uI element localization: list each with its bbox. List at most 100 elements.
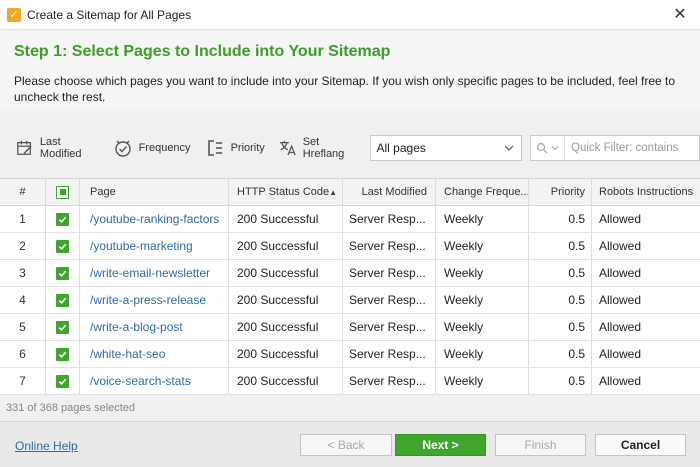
row-checkbox[interactable] xyxy=(56,266,69,280)
header-last-modified[interactable]: Last Modified xyxy=(343,179,436,205)
online-help-link[interactable]: Online Help xyxy=(15,439,78,453)
table-row[interactable]: 5/write-a-blog-post 200 Successful Server … xyxy=(0,314,700,341)
last-modified-button[interactable]: Last Modified xyxy=(16,134,99,162)
frequency-label: Frequency xyxy=(138,142,191,154)
status-cell: 200 Successful xyxy=(229,287,343,313)
table-header: # Page HTTP Status Code ▲ Last Modified … xyxy=(0,179,700,206)
row-number: 3 xyxy=(0,260,46,286)
frequency-cell: Weekly xyxy=(436,206,529,232)
page-link[interactable]: /write-a-press-release xyxy=(80,287,229,313)
last-modified-cell: Server Resp... xyxy=(343,233,436,259)
select-all-checkbox[interactable] xyxy=(56,185,69,199)
finish-button[interactable]: Finish xyxy=(495,434,586,456)
header-status[interactable]: HTTP Status Code ▲ xyxy=(229,179,343,205)
row-checkbox-cell xyxy=(46,206,80,232)
checkmark-icon xyxy=(58,351,67,358)
row-checkbox[interactable] xyxy=(56,293,69,307)
header-checkbox-cell xyxy=(46,179,80,205)
frequency-cell: Weekly xyxy=(436,260,529,286)
status-cell: 200 Successful xyxy=(229,233,343,259)
priority-button[interactable]: Priority xyxy=(205,134,265,162)
page-link[interactable]: /youtube-ranking-factors xyxy=(80,206,229,232)
priority-cell: 0.5 xyxy=(529,368,592,394)
frequency-cell: Weekly xyxy=(436,287,529,313)
pages-filter-value: All pages xyxy=(376,141,426,155)
header-robots[interactable]: Robots Instructions xyxy=(592,179,700,205)
priority-cell: 0.5 xyxy=(529,206,592,232)
status-cell: 200 Successful xyxy=(229,260,343,286)
priority-cell: 0.5 xyxy=(529,233,592,259)
robots-cell: Allowed xyxy=(599,347,642,361)
last-modified-cell: Server Resp... xyxy=(343,206,436,232)
robots-cell: Allowed xyxy=(599,293,642,307)
header-page[interactable]: Page xyxy=(80,179,229,205)
row-checkbox[interactable] xyxy=(56,239,69,253)
chevron-down-icon xyxy=(504,145,514,151)
row-checkbox-cell xyxy=(46,314,80,340)
title-bar: ✓ Create a Sitemap for All Pages ✕ xyxy=(0,0,700,30)
frequency-button[interactable]: Frequency xyxy=(113,134,191,162)
clock-check-icon xyxy=(114,140,131,157)
priority-cell: 0.5 xyxy=(529,260,592,286)
row-checkbox-cell xyxy=(46,287,80,313)
row-checkbox[interactable] xyxy=(56,212,69,226)
set-hreflang-button[interactable]: Set Hreflang xyxy=(279,134,358,162)
priority-cell: 0.5 xyxy=(529,314,592,340)
page-link[interactable]: /white-hat-seo xyxy=(80,341,229,367)
search-icon xyxy=(536,142,548,154)
header-frequency[interactable]: Change Freque... xyxy=(436,179,529,205)
row-checkbox[interactable] xyxy=(56,320,69,334)
checkmark-icon xyxy=(58,297,67,304)
row-checkbox[interactable] xyxy=(56,374,69,388)
cancel-button[interactable]: Cancel xyxy=(595,434,686,456)
last-modified-cell: Server Resp... xyxy=(343,260,436,286)
table-row[interactable]: 4/write-a-press-release 200 Successful Ser… xyxy=(0,287,700,314)
quick-filter-input[interactable] xyxy=(565,142,699,154)
page-link[interactable]: /youtube-marketing xyxy=(80,233,229,259)
row-number: 1 xyxy=(0,206,46,232)
next-button[interactable]: Next > xyxy=(395,434,486,456)
checkmark-icon xyxy=(58,324,67,331)
step-header: Step 1: Select Pages to Include into You… xyxy=(0,31,700,111)
row-checkbox-cell xyxy=(46,260,80,286)
priority-label: Priority xyxy=(230,142,265,154)
table-row[interactable]: 3/write-email-newsletter 200 Successful Se… xyxy=(0,260,700,287)
frequency-cell: Weekly xyxy=(436,341,529,367)
close-icon[interactable]: ✕ xyxy=(672,6,688,23)
robots-cell: Allowed xyxy=(599,374,642,388)
robots-cell: Allowed xyxy=(599,212,642,226)
row-number: 4 xyxy=(0,287,46,313)
step-description: Please choose which pages you want to in… xyxy=(14,74,676,104)
priority-cell: 0.5 xyxy=(529,287,592,313)
row-number: 7 xyxy=(0,368,46,394)
filter-options-button[interactable] xyxy=(531,136,565,160)
robots-cell: Allowed xyxy=(599,239,642,253)
row-number: 6 xyxy=(0,341,46,367)
page-link[interactable]: /voice-search-stats xyxy=(80,368,229,394)
pages-filter-select[interactable]: All pages xyxy=(369,135,522,161)
table-row[interactable]: 1/youtube-ranking-factors 200 Successful S… xyxy=(0,206,700,233)
pages-table: # Page HTTP Status Code ▲ Last Modified … xyxy=(0,178,700,395)
status-cell: 200 Successful xyxy=(229,314,343,340)
checkmark-icon xyxy=(58,378,67,385)
row-checkbox-cell xyxy=(46,368,80,394)
checkmark-icon xyxy=(58,270,67,277)
priority-cell: 0.5 xyxy=(529,341,592,367)
status-cell: 200 Successful xyxy=(229,368,343,394)
back-button[interactable]: < Back xyxy=(300,434,392,456)
header-priority[interactable]: Priority xyxy=(529,179,592,205)
table-row[interactable]: 2/youtube-marketing 200 Successful Server … xyxy=(0,233,700,260)
row-checkbox[interactable] xyxy=(56,347,69,361)
chevron-down-icon xyxy=(551,146,559,151)
table-row[interactable]: 6/white-hat-seo 200 Successful Server Resp… xyxy=(0,341,700,368)
priority-icon xyxy=(207,140,222,156)
window-title: Create a Sitemap for All Pages xyxy=(27,7,192,22)
page-link[interactable]: /write-email-newsletter xyxy=(80,260,229,286)
calendar-edit-icon xyxy=(17,140,32,155)
translate-icon xyxy=(279,140,296,156)
header-num[interactable]: # xyxy=(0,179,46,205)
page-link[interactable]: /write-a-blog-post xyxy=(80,314,229,340)
row-checkbox-cell xyxy=(46,233,80,259)
table-row[interactable]: 7/voice-search-stats 200 Successful Server… xyxy=(0,368,700,395)
selection-status: 331 of 368 pages selected xyxy=(6,402,136,414)
